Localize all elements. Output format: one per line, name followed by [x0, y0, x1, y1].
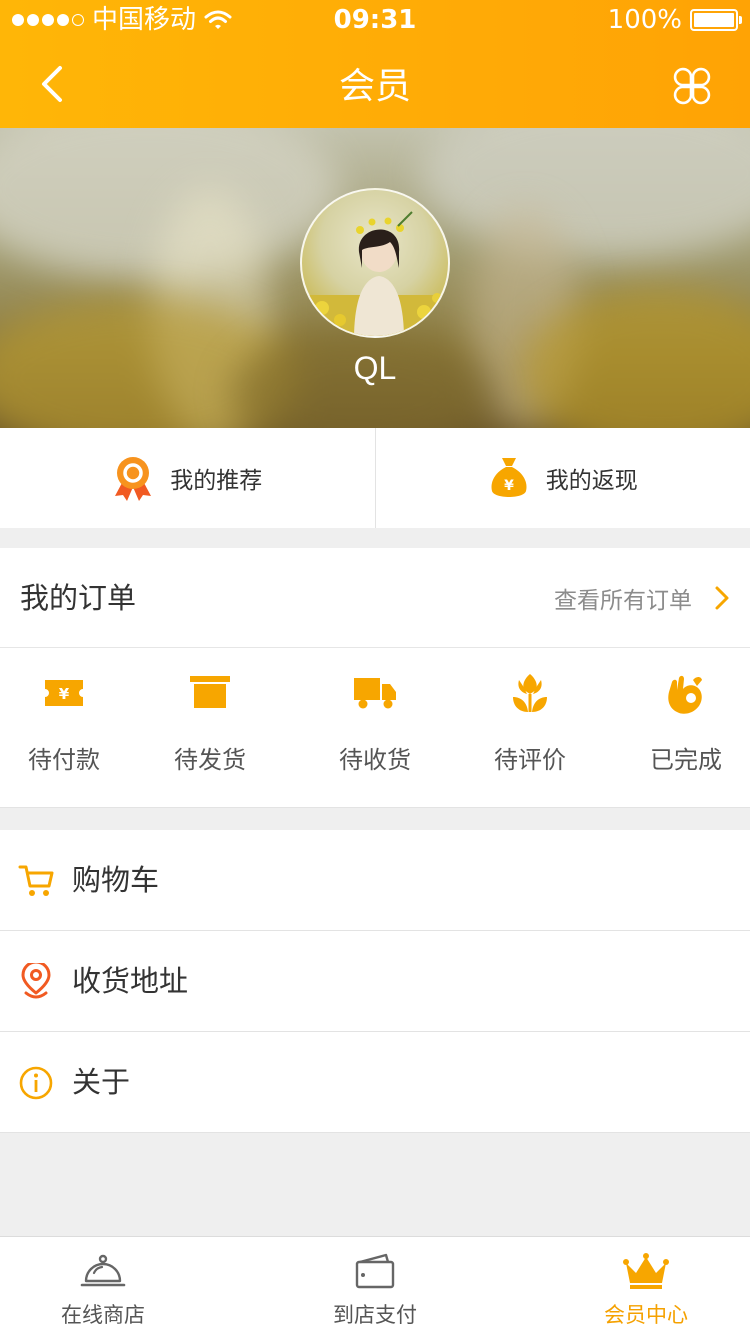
nav-bar: 会员	[0, 40, 750, 128]
orders-title: 我的订单	[20, 581, 137, 615]
header: 中国移动 09:31 100% 会员	[0, 0, 750, 128]
crown-icon	[623, 1253, 669, 1289]
location-pin-icon	[21, 963, 51, 999]
tab-in-store-pay[interactable]: 到店支付	[295, 1237, 455, 1334]
orders-section: 我的订单 查看所有订单 ¥ 待付款 待发货 待收货 待评价 已完成	[0, 548, 750, 808]
order-status-label: 待付款	[28, 746, 100, 774]
svg-text:¥: ¥	[59, 685, 70, 703]
order-status-pending-receipt[interactable]: 待收货	[315, 670, 435, 775]
order-status-pending-shipment[interactable]: 待发货	[150, 670, 270, 775]
profile-banner: QL	[0, 128, 750, 428]
ticket-yen-icon: ¥	[45, 680, 83, 706]
tab-bar: 在线商店 到店支付 会员中心	[0, 1236, 750, 1334]
quick-actions: 我的推荐 ¥ 我的返现	[0, 428, 750, 528]
orders-header: 我的订单 查看所有订单	[0, 548, 750, 648]
info-icon	[19, 1066, 53, 1100]
order-status-label: 已完成	[650, 746, 722, 774]
view-all-orders-label: 查看所有订单	[554, 588, 692, 614]
avatar[interactable]	[300, 188, 450, 338]
tab-label: 会员中心	[604, 1303, 688, 1327]
cart-icon	[18, 865, 54, 896]
money-bag-icon: ¥	[491, 458, 527, 497]
menu-item-address[interactable]: 收货地址	[0, 931, 750, 1032]
tab-online-store[interactable]: 在线商店	[23, 1237, 183, 1334]
svg-text:¥: ¥	[504, 478, 514, 494]
flower-icon	[513, 674, 547, 712]
order-status-label: 待收货	[339, 746, 411, 774]
my-referrals-button[interactable]: 我的推荐	[0, 428, 375, 528]
order-status-pending-review[interactable]: 待评价	[470, 670, 590, 775]
order-status-row: ¥ 待付款 待发货 待收货 待评价 已完成	[0, 648, 750, 808]
tab-label: 到店支付	[333, 1303, 417, 1327]
my-referrals-label: 我的推荐	[170, 468, 263, 494]
my-cashback-label: 我的返现	[545, 468, 638, 494]
order-status-completed[interactable]: 已完成	[626, 670, 746, 775]
order-status-label: 待评价	[494, 746, 566, 774]
menu-item-label: 购物车	[72, 863, 160, 897]
menu-item-cart[interactable]: 购物车	[0, 830, 750, 931]
tab-label: 在线商店	[61, 1303, 145, 1327]
menu-item-label: 收货地址	[72, 964, 189, 998]
username: QL	[353, 350, 397, 386]
order-status-label: 待发货	[174, 746, 246, 774]
clover-menu-icon[interactable]	[672, 66, 712, 106]
wallet-icon	[355, 1253, 395, 1289]
my-cashback-button[interactable]: ¥ 我的返现	[374, 428, 750, 528]
truck-icon	[354, 678, 396, 709]
cloche-icon	[80, 1254, 126, 1287]
tab-member-center[interactable]: 会员中心	[566, 1237, 726, 1334]
status-bar: 中国移动 09:31 100%	[0, 0, 750, 40]
battery-icon	[690, 9, 742, 31]
menu-list: 购物车 收货地址 关于	[0, 830, 750, 1133]
page-title: 会员	[338, 66, 411, 107]
view-all-orders-link[interactable]: 查看所有订单	[554, 548, 730, 648]
box-icon	[190, 676, 230, 708]
menu-item-about[interactable]: 关于	[0, 1032, 750, 1133]
ok-hand-icon	[668, 675, 702, 714]
battery-percent: 100%	[607, 5, 682, 35]
ribbon-badge-icon	[115, 457, 152, 501]
menu-item-label: 关于	[72, 1065, 131, 1099]
order-status-pending-payment[interactable]: ¥ 待付款	[4, 670, 124, 775]
chevron-right-icon	[715, 586, 729, 610]
